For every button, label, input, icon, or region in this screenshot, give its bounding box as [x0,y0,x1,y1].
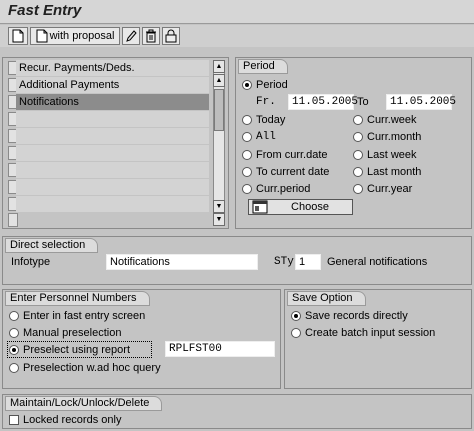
all-radio[interactable]: All [242,129,276,144]
period-radio[interactable]: Period [242,77,288,92]
direct-selection-panel: Direct selection Infotype Notifications … [2,236,472,285]
change-button[interactable] [122,27,140,45]
infotype-field[interactable]: Notifications [106,254,258,270]
window-title: Fast Entry [8,2,82,19]
infotype-label: Infotype [11,256,51,268]
scroll-top-icon[interactable]: ▲ [213,60,225,73]
list-item[interactable] [16,179,209,195]
last-month-radio[interactable]: Last month [353,164,421,179]
adhoc-query-radio[interactable]: Preselection w.ad hoc query [9,360,161,375]
subtype-text: General notifications [327,256,428,268]
today-radio[interactable]: Today [242,112,285,127]
list-item[interactable]: Additional Payments [16,77,209,93]
radio-selected-icon [291,310,301,321]
choose-button[interactable]: Choose [248,199,353,215]
preselect-using-report-radio[interactable]: Preselect using report [9,342,130,357]
list-item[interactable] [16,196,209,212]
delete-button[interactable] [142,27,160,45]
with-proposal-label: with proposal [49,30,115,42]
scrollbar-thumb[interactable] [214,89,224,131]
scroll-down-icon[interactable]: ▼ [213,200,225,213]
curr-year-radio[interactable]: Curr.year [353,181,412,196]
lock-unlock-button[interactable] [162,27,180,45]
report-field[interactable]: RPLFST00 [165,341,275,357]
period-panel: Period Period Fr. 11.05.2005 To 11.05.20… [235,57,472,229]
locked-records-checkbox[interactable]: Locked records only [9,412,121,427]
maintain-panel: Maintain/Lock/Unlock/Delete Locked recor… [2,394,472,429]
list-item[interactable] [16,128,209,144]
subtype-field[interactable]: 1 [295,254,321,270]
curr-month-radio[interactable]: Curr.month [353,129,421,144]
save-option-panel: Save Option Save records directly Create… [284,289,472,389]
to-label: To [357,96,369,108]
application-toolbar: with proposal [0,25,474,47]
create-button[interactable] [8,27,28,45]
pencil-icon [125,29,137,43]
from-label: Fr. [256,96,276,108]
save-option-title: Save Option [287,291,366,306]
row-selector[interactable] [8,213,18,227]
direct-selection-title: Direct selection [5,238,99,253]
list-item[interactable] [16,145,209,161]
manual-preselection-radio[interactable]: Manual preselection [9,325,121,340]
list-item[interactable]: Recur. Payments/Deds. [16,60,209,76]
list-item-selected[interactable]: Notifications [16,94,209,110]
last-week-radio[interactable]: Last week [353,147,417,162]
with-proposal-button[interactable]: with proposal [30,27,120,45]
checkbox-icon [9,414,19,425]
to-current-date-radio[interactable]: To current date [242,164,329,179]
radio-selected-icon [9,344,19,355]
from-curr-date-radio[interactable]: From curr.date [242,147,328,162]
radio-selected-icon [242,79,252,90]
scroll-up-icon[interactable]: ▲ [213,74,225,87]
scroll-bottom-icon[interactable]: ▼ [213,213,225,226]
vertical-scrollbar[interactable]: ▲ ▲ ▼ ▼ [213,60,225,226]
maintain-title: Maintain/Lock/Unlock/Delete [5,396,163,411]
list-item[interactable] [16,162,209,178]
to-date-field[interactable]: 11.05.2005 [386,94,456,110]
enter-in-fast-entry-radio[interactable]: Enter in fast entry screen [9,308,145,323]
lock-icon [165,29,177,43]
period-group-title: Period [238,59,288,74]
create-batch-input-radio[interactable]: Create batch input session [291,325,435,340]
personnel-numbers-title: Enter Personnel Numbers [5,291,150,306]
curr-period-radio[interactable]: Curr.period [242,181,310,196]
sty-label: STy [274,256,294,268]
from-date-field[interactable]: 11.05.2005 [288,94,358,110]
personnel-numbers-panel: Enter Personnel Numbers Enter in fast en… [2,289,281,389]
choose-icon [252,200,268,214]
new-document-icon [12,29,24,43]
infotype-list-panel: Recur. Payments/Deds. Additional Payment… [2,57,229,229]
title-bar: Fast Entry [0,0,474,24]
list-item[interactable] [16,111,209,127]
copy-document-icon [36,29,48,43]
trash-icon [145,29,157,43]
save-records-directly-radio[interactable]: Save records directly [291,308,408,323]
curr-week-radio[interactable]: Curr.week [353,112,417,127]
